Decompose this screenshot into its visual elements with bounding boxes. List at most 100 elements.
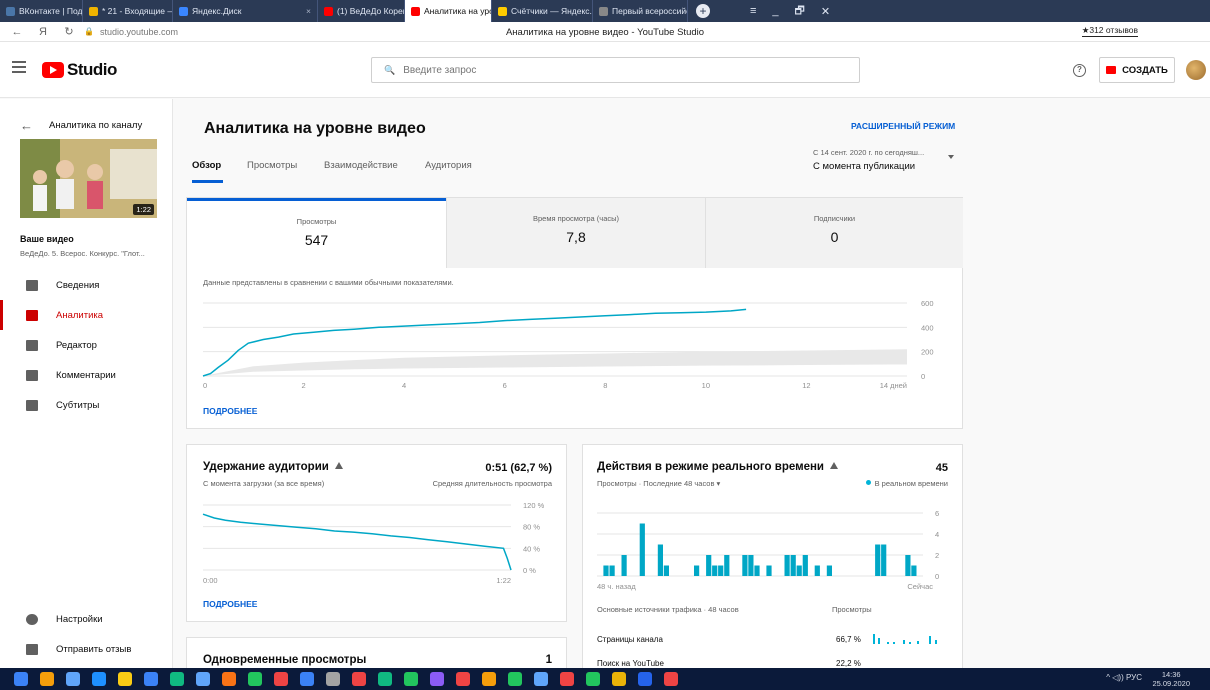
favicon-icon xyxy=(498,6,507,16)
realtime-bar xyxy=(784,555,790,576)
source-percent: 22,2 % xyxy=(836,659,861,668)
taskbar-app-icon[interactable] xyxy=(586,672,600,686)
reload-icon[interactable]: ↻ xyxy=(60,25,78,38)
taskbar-app-icon[interactable] xyxy=(196,672,210,686)
sidebar-item-subtitles[interactable]: Субтитры xyxy=(0,390,172,420)
avatar[interactable] xyxy=(1186,60,1206,80)
tab-views[interactable]: Просмотры xyxy=(247,160,297,171)
browser-tab[interactable]: ВКонтакте | Поделиться со× xyxy=(0,0,83,22)
taskbar-app-icon[interactable] xyxy=(326,672,340,686)
close-icon[interactable]: ✕ xyxy=(821,5,830,18)
menu-icon[interactable]: ≡ xyxy=(750,5,756,17)
taskbar-app-icon[interactable] xyxy=(404,672,418,686)
period-range[interactable]: С 14 сент. 2020 г. по сегодняш... xyxy=(813,148,924,157)
search-input[interactable] xyxy=(403,64,804,76)
realtime-chart: 0 2 4 6 48 ч. назад Сейчас xyxy=(597,509,939,591)
traffic-source-row[interactable]: Поиск на YouTube 22,2 % xyxy=(597,659,952,668)
taskbar-app-icon[interactable] xyxy=(222,672,236,686)
more-details-link[interactable]: ПОДРОБНЕЕ xyxy=(203,406,257,416)
browser-tab-label: Первый всероссийский от xyxy=(612,6,687,16)
sidebar-item-details[interactable]: Сведения xyxy=(0,270,172,300)
taskbar-app-icon[interactable] xyxy=(430,672,444,686)
taskbar-app-icon[interactable] xyxy=(14,672,28,686)
browser-tab[interactable]: Счётчики — Яндекс.Метри× xyxy=(492,0,593,22)
menu-icon[interactable] xyxy=(12,61,26,73)
taskbar-app-icon[interactable] xyxy=(352,672,366,686)
taskbar-app-icon[interactable] xyxy=(482,672,496,686)
create-button[interactable]: СОЗДАТЬ xyxy=(1099,57,1175,83)
more-details-link[interactable]: ПОДРОБНЕЕ xyxy=(203,599,257,609)
source-sparkline xyxy=(873,634,937,644)
x-tick-label: 8 xyxy=(603,381,607,390)
browser-tab-label: ВКонтакте | Поделиться со xyxy=(19,6,83,16)
taskbar-app-icon[interactable] xyxy=(456,672,470,686)
taskbar-app-icon[interactable] xyxy=(248,672,262,686)
realtime-bar xyxy=(790,555,796,576)
back-to-channel-analytics[interactable]: ← Аналитика по каналу xyxy=(20,118,142,133)
video-thumbnail[interactable]: 1:22 xyxy=(20,139,157,218)
y-tick-label: 600 xyxy=(921,299,934,308)
realtime-bar xyxy=(742,555,748,576)
x-tick-label: 6 xyxy=(503,381,507,390)
taskbar-app-icon[interactable] xyxy=(534,672,548,686)
system-tray[interactable]: ^ ◁)) РУС xyxy=(1106,673,1142,682)
system-clock[interactable]: 14:36 25.09.2020 xyxy=(1152,670,1190,688)
sidebar-item-settings[interactable]: Настройки xyxy=(0,604,172,634)
realtime-bar xyxy=(814,565,820,576)
taskbar-app-icon[interactable] xyxy=(664,672,678,686)
browser-tab[interactable]: Первый всероссийский от× xyxy=(593,0,688,22)
favicon-icon xyxy=(324,6,333,16)
studio-logo[interactable]: Studio xyxy=(42,60,117,80)
sidebar-item-feedback[interactable]: Отправить отзыв xyxy=(0,634,172,664)
search-box[interactable]: 🔍 xyxy=(371,57,860,83)
back-arrow-icon[interactable]: ← xyxy=(8,26,26,38)
taskbar-app-icon[interactable] xyxy=(612,672,626,686)
help-icon[interactable]: ? xyxy=(1073,64,1086,77)
browser-tab[interactable]: (1) ВеДеДо Коренблит - Yo× xyxy=(318,0,405,22)
sidebar-item-editor[interactable]: Редактор xyxy=(0,330,172,360)
sidebar-item-analytics[interactable]: Аналитика xyxy=(0,300,172,330)
favicon-icon xyxy=(179,6,188,16)
taskbar-app-icon[interactable] xyxy=(560,672,574,686)
minimize-icon[interactable]: _ xyxy=(772,5,778,17)
chevron-down-icon[interactable] xyxy=(948,155,954,159)
period-selector[interactable]: С момента публикации xyxy=(813,161,915,172)
browser-tab[interactable]: Аналитика на уровне виде× xyxy=(405,0,492,22)
taskbar-app-icon[interactable] xyxy=(274,672,288,686)
realtime-bar xyxy=(826,565,832,576)
favicon-icon xyxy=(599,6,608,16)
tab-engagement[interactable]: Взаимодействие xyxy=(324,160,398,171)
tab-audience[interactable]: Аудитория xyxy=(425,160,472,171)
taskbar-app-icon[interactable] xyxy=(118,672,132,686)
sidebar-item-label: Сведения xyxy=(56,279,100,291)
video-name: ВеДеДо. 5. Всерос. Конкурс. "Глот... xyxy=(20,249,145,258)
taskbar-app-icon[interactable] xyxy=(66,672,80,686)
close-icon[interactable]: × xyxy=(302,6,311,16)
advanced-mode-button[interactable]: РАСШИРЕННЫЙ РЕЖИМ xyxy=(851,121,955,131)
y-tick-label: 40 % xyxy=(523,544,540,553)
taskbar-app-icon[interactable] xyxy=(40,672,54,686)
yandex-icon[interactable]: Я xyxy=(34,26,52,38)
tab-overview[interactable]: Обзор xyxy=(192,160,221,171)
browser-tab[interactable]: Яндекс.Диск × xyxy=(173,0,318,22)
taskbar-app-icon[interactable] xyxy=(170,672,184,686)
realtime-bar xyxy=(639,523,645,576)
taskbar-app-icon[interactable] xyxy=(638,672,652,686)
restore-icon[interactable]: 🗗 xyxy=(795,2,805,21)
taskbar-app-icon[interactable] xyxy=(300,672,314,686)
new-tab-button[interactable]: + xyxy=(696,4,710,18)
sidebar-item-comments[interactable]: Комментарии xyxy=(0,360,172,390)
active-tab-indicator xyxy=(192,180,223,183)
taskbar-app-icon[interactable] xyxy=(92,672,106,686)
studio-label: Studio xyxy=(67,60,117,79)
studio-header: Studio 🔍 ? СОЗДАТЬ xyxy=(0,42,1210,98)
views-chart: 0 200 400 600 0 2 4 6 8 10 12 14 дней xyxy=(202,299,934,390)
taskbar-app-icon[interactable] xyxy=(508,672,522,686)
y-tick-label: 80 % xyxy=(523,523,540,532)
url-text[interactable]: studio.youtube.com xyxy=(100,27,178,37)
taskbar-app-icon[interactable] xyxy=(378,672,392,686)
reviews-link[interactable]: ★312 отзывов xyxy=(1081,25,1138,37)
taskbar-app-icon[interactable] xyxy=(144,672,158,686)
traffic-source-row[interactable]: Страницы канала 66,7 % xyxy=(597,634,952,644)
browser-tab[interactable]: * 21 - Входящие — Яндекс.× xyxy=(83,0,173,22)
